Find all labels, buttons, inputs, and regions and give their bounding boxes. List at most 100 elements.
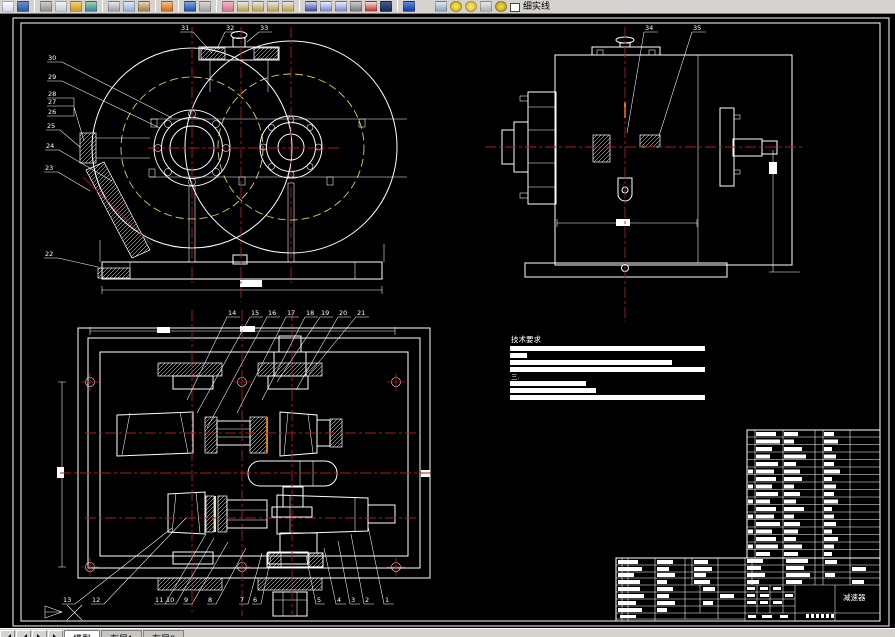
current-layer-name[interactable]: 细实线: [523, 1, 550, 12]
table-icon[interactable]: [380, 1, 392, 12]
tech-requirements-title: 技术要求: [511, 334, 541, 344]
separator: [397, 0, 398, 12]
text-style-icon[interactable]: [305, 1, 317, 12]
callout-label: 21: [357, 309, 365, 317]
callout-label: 28: [48, 90, 56, 98]
drawing-svg[interactable]: 30 29 28 27 26 25 24 23 22 31 32 33 34 3…: [0, 14, 895, 628]
callout-label: 4: [337, 596, 341, 604]
tab-last-button[interactable]: [48, 630, 63, 637]
zoom-window-icon[interactable]: [252, 1, 264, 12]
callout-label: 8: [208, 596, 212, 604]
tech-requirements: 技术要求 三.: [510, 334, 705, 400]
new-file-icon[interactable]: [2, 1, 14, 12]
callout-label: 10: [166, 596, 174, 604]
callout-label: 16: [268, 309, 276, 317]
zoom-previous-icon[interactable]: [267, 1, 279, 12]
bom-text-redacted: [748, 432, 840, 556]
callout-label: 14: [228, 309, 236, 317]
undo-icon[interactable]: [184, 1, 196, 12]
side-view-callouts: 34 35: [626, 24, 706, 137]
named-views-icon[interactable]: [365, 1, 377, 12]
cad-window: 细实线 30 29 28 27 26 25 24 23 22 31 32 33 …: [0, 0, 895, 637]
redo-icon[interactable]: [199, 1, 211, 12]
render-icon[interactable]: [350, 1, 362, 12]
callout-label: 18: [306, 309, 314, 317]
separator: [216, 0, 217, 12]
save-icon[interactable]: [17, 1, 29, 12]
callout-label: 1: [385, 596, 389, 604]
callout-label: 35: [693, 24, 701, 32]
layer-on-bulb-icon[interactable]: [450, 1, 462, 12]
callout-label: 3: [351, 596, 355, 604]
callout-label: 32: [226, 24, 234, 32]
callout-label: 17: [287, 309, 295, 317]
callout-label: 12: [92, 596, 100, 604]
callout-label: 26: [48, 108, 56, 116]
bom-table: [746, 429, 881, 559]
separator: [34, 0, 35, 12]
callout-label: 2: [365, 596, 369, 604]
tab-next-button[interactable]: [32, 630, 47, 637]
layout-tabbar: 模型 布局1 布局2: [0, 628, 895, 637]
callout-label: 6: [253, 596, 257, 604]
callout-label: 25: [47, 122, 55, 130]
ucs-icon: [44, 604, 83, 621]
match-properties-icon[interactable]: [161, 1, 173, 12]
callout-label: 5: [317, 596, 321, 604]
separator: [299, 0, 300, 12]
part-name: 减速器: [843, 592, 866, 602]
pan-icon[interactable]: [222, 1, 234, 12]
help-icon[interactable]: [403, 1, 415, 12]
toolbar: 细实线: [0, 0, 895, 14]
tab-layout1[interactable]: 布局1: [101, 630, 143, 637]
callout-label: 11: [155, 596, 163, 604]
callout-label: 19: [321, 309, 329, 317]
callout-label: 31: [181, 24, 189, 32]
cut-icon[interactable]: [108, 1, 120, 12]
block-insert-icon[interactable]: [320, 1, 332, 12]
drawing-frame: [12, 17, 890, 627]
separator: [102, 0, 103, 12]
flange-bolts: [81, 373, 405, 576]
tab-layout2[interactable]: 布局2: [143, 630, 185, 637]
tab-prev-button[interactable]: [16, 630, 31, 637]
callout-label: 34: [645, 24, 653, 32]
block-attribute-icon[interactable]: [335, 1, 347, 12]
drawing-canvas[interactable]: 30 29 28 27 26 25 24 23 22 31 32 33 34 3…: [0, 14, 895, 628]
title-block: 减速器: [615, 557, 881, 622]
callout-label: 9: [184, 596, 188, 604]
callout-label: 27: [48, 98, 56, 106]
callout-label: 24: [46, 142, 54, 150]
callout-label: 33: [260, 24, 268, 32]
callout-label: 22: [45, 250, 53, 258]
plot-preview-icon[interactable]: [55, 1, 67, 12]
front-view: [79, 27, 407, 302]
section-view-callouts-bottom: 13 12 11 10 9 8 7 6 5 4 3 2 1: [62, 517, 394, 605]
publish-icon[interactable]: [70, 1, 82, 12]
copy-icon[interactable]: [123, 1, 135, 12]
callout-label: 30: [48, 54, 56, 62]
paste-icon[interactable]: [138, 1, 150, 12]
zoom-realtime-icon[interactable]: [237, 1, 249, 12]
separator: [155, 0, 156, 12]
layers-icon[interactable]: [435, 1, 447, 12]
callout-label: 29: [48, 73, 56, 81]
zoom-extents-icon[interactable]: [282, 1, 294, 12]
layer-lock-icon[interactable]: [480, 1, 492, 12]
tab-model[interactable]: 模型: [64, 630, 101, 637]
separator: [178, 0, 179, 12]
layer-color-icon[interactable]: [495, 1, 507, 12]
side-view: [485, 27, 802, 322]
callout-label: 15: [251, 309, 259, 317]
layer-linetype-swatch-icon[interactable]: [510, 3, 520, 12]
callout-label: 23: [45, 164, 53, 172]
layer-freeze-sun-icon[interactable]: [465, 1, 477, 12]
callout-label: 20: [339, 309, 347, 317]
etransmit-icon[interactable]: [85, 1, 97, 12]
tab-first-button[interactable]: [0, 630, 15, 637]
callout-label: 13: [63, 596, 71, 604]
plot-icon[interactable]: [40, 1, 52, 12]
section-view: [57, 310, 433, 617]
callout-label: 7: [240, 596, 244, 604]
tech-requirements-item-label: 三.: [511, 373, 520, 381]
